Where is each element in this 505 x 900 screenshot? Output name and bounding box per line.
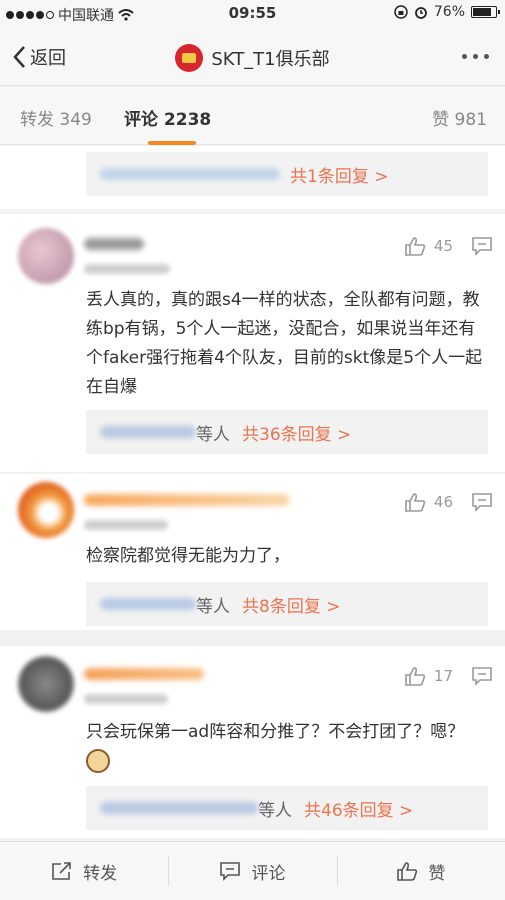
tab-indicator [148, 141, 196, 145]
comment-card: 46 检察院都觉得无能为力了， 等人 共8条回复 > [0, 474, 505, 630]
reply-count-link[interactable]: 共36条回复 > [242, 420, 351, 445]
blurred-username[interactable] [84, 668, 204, 680]
thumbs-up-icon [405, 667, 426, 686]
blurred-timestamp [84, 520, 168, 530]
bottom-action-bar: 转发 评论 赞 [0, 841, 505, 900]
reply-comment-icon[interactable] [471, 492, 493, 512]
comment-text: 只会玩保第一ad阵容和分推了？不会打团了？嗯？ [86, 722, 465, 742]
tab-like[interactable]: 赞 981 [432, 105, 487, 130]
blurred-replier [100, 802, 258, 814]
tab-bar: 转发 349 评论 2238 赞 981 [0, 87, 505, 145]
thumbs-up-icon [405, 493, 426, 512]
reply-count-link[interactable]: 共1条回复 > [290, 162, 388, 187]
blurred-username[interactable] [84, 494, 290, 506]
page-title: SKT_T1俱乐部 [211, 49, 330, 70]
like-button[interactable]: 45 [404, 236, 453, 256]
reply-summary[interactable]: 等人 共46条回复 > [86, 786, 488, 830]
avatar[interactable] [18, 656, 74, 712]
more-button[interactable] [462, 54, 489, 59]
like-count: 46 [433, 493, 453, 511]
tab-repost[interactable]: 转发 349 [20, 105, 92, 130]
comment-card: 共1条回复 > [0, 146, 505, 209]
comment-text: 丢人真的，真的跟s4一样的状态，全队都有问题，教练bp有锅，5个人一起迷，没配合… [86, 290, 483, 397]
blurred-replier [100, 598, 196, 610]
reply-suffix: 等人 [258, 800, 292, 821]
reply-comment-icon[interactable] [471, 236, 493, 256]
like-count: 45 [433, 237, 453, 255]
nav-bar: 返回 SKT_T1俱乐部 [0, 28, 505, 86]
comment-text: 检察院都觉得无能为力了， [86, 546, 290, 566]
reply-summary[interactable]: 等人 共8条回复 > [86, 582, 488, 626]
blurred-replier [100, 426, 196, 438]
thumbs-up-icon [397, 862, 418, 881]
share-icon [52, 862, 71, 880]
battery-percent: 76% [433, 4, 465, 20]
reply-count-link[interactable]: 共46条回复 > [304, 796, 413, 821]
repost-label: 转发 [83, 863, 118, 884]
comment-button[interactable]: 评论 [168, 842, 336, 900]
blurred-replier [100, 168, 280, 180]
thumbs-up-icon [405, 237, 426, 256]
like-count: 17 [433, 667, 453, 685]
like-button[interactable]: 46 [404, 492, 453, 512]
rotation-lock-icon [394, 5, 408, 19]
reply-count-link[interactable]: 共8条回复 > [242, 592, 340, 617]
reply-summary[interactable]: 共1条回复 > [86, 152, 488, 196]
blurred-username[interactable] [84, 238, 144, 250]
reply-comment-icon[interactable] [471, 666, 493, 686]
reply-summary[interactable]: 等人 共36条回复 > [86, 410, 488, 454]
like-action-button[interactable]: 赞 [336, 842, 505, 900]
reply-suffix: 等人 [196, 596, 230, 617]
like-button[interactable]: 17 [404, 666, 453, 686]
comment-label: 评论 [251, 863, 286, 884]
comment-card: 45 丢人真的，真的跟s4一样的状态，全队都有问题，教练bp有锅，5个人一起迷，… [0, 214, 505, 472]
status-bar: 中国联通 09:55 76% [0, 0, 505, 28]
repost-button[interactable]: 转发 [0, 842, 168, 900]
comment-card: 17 只会玩保第一ad阵容和分推了？不会打团了？嗯？ 等人 共46条回复 > [0, 646, 505, 838]
battery-icon [471, 6, 500, 18]
avatar[interactable] [18, 482, 74, 538]
like-label: 赞 [428, 863, 446, 884]
blurred-timestamp [84, 694, 168, 704]
emoji-cat-icon [86, 749, 110, 773]
avatar[interactable] [18, 228, 74, 284]
comment-icon [220, 862, 241, 881]
club-logo [175, 44, 204, 72]
more-icon [462, 54, 467, 59]
blurred-timestamp [84, 264, 170, 274]
alarm-icon [414, 7, 427, 19]
reply-suffix: 等人 [196, 424, 230, 445]
tab-comment[interactable]: 评论 2238 [124, 105, 211, 130]
